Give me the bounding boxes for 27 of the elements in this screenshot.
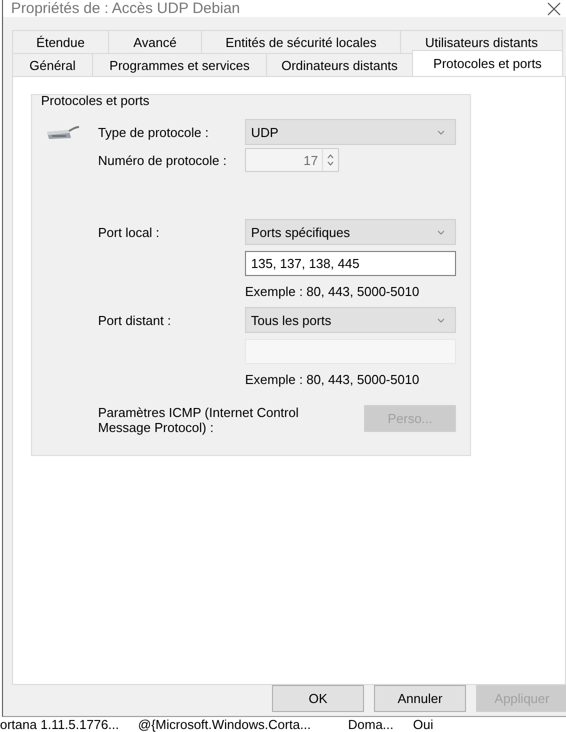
dialog-button[interactable]: Annuler bbox=[374, 685, 466, 712]
example-hint: Exemple : 80, 443, 5000-5010 bbox=[245, 372, 420, 386]
field-label: Port distant : bbox=[98, 312, 172, 328]
table-cell-text: Doma... bbox=[348, 717, 395, 732]
tab[interactable]: Protocoles et ports bbox=[412, 50, 563, 76]
dialog-button[interactable]: OK bbox=[272, 685, 364, 712]
chevron-down-icon bbox=[437, 130, 445, 134]
group-title: Protocoles et ports bbox=[41, 93, 150, 108]
chevron-down-icon bbox=[437, 318, 445, 322]
tab[interactable]: Programmes et services bbox=[92, 53, 267, 76]
protocol-type-dropdown[interactable]: UDP bbox=[245, 119, 456, 145]
field-label: Paramètres ICMP (Internet Control Message Protocol) : bbox=[98, 405, 300, 435]
window-title: Propriétés de : Accès UDP Debian bbox=[11, 0, 240, 17]
example-hint: Exemple : 80, 443, 5000-5010 bbox=[245, 284, 420, 298]
tab[interactable]: Général bbox=[12, 53, 93, 76]
chevron-down-icon bbox=[437, 230, 445, 234]
close-icon[interactable] bbox=[547, 2, 561, 16]
field-label: Type de protocole : bbox=[98, 124, 210, 140]
tab[interactable]: Étendue bbox=[12, 30, 109, 53]
table-cell-text: ortana 1.11.5.1776... bbox=[0, 717, 120, 732]
table-cell: Oui bbox=[413, 717, 434, 732]
field-label: Port local : bbox=[98, 224, 160, 240]
field-label: Numéro de protocole : bbox=[98, 152, 228, 168]
table-cell-text: @{Microsoft.Windows.Corta... bbox=[138, 717, 312, 732]
local-ports-field[interactable]: 135, 137, 138, 445 bbox=[245, 250, 456, 276]
remote-port-dropdown[interactable]: Tous les ports bbox=[245, 307, 456, 333]
local-port-dropdown[interactable]: Ports spécifiques bbox=[245, 219, 456, 245]
